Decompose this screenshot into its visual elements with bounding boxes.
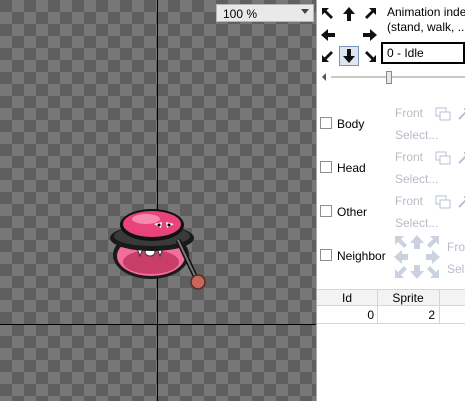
body-select-link[interactable]: Select... [395,128,438,142]
scroll-track [331,76,465,78]
body-front-label: Front [395,106,424,120]
row-sprite-cell[interactable]: 2 [377,308,435,322]
part-row-other: Other Front Select... [317,192,465,236]
scroll-thumb[interactable] [386,71,392,84]
direction-picker [319,5,379,67]
copy-icon[interactable] [435,151,451,165]
paste-icon[interactable] [457,107,465,121]
row-id-cell[interactable]: 0 [317,308,374,322]
other-checkbox[interactable] [320,205,332,217]
pokemon-sprite [110,209,206,290]
neighbor-select-link[interactable]: Sele [447,262,465,276]
zoom-dropdown[interactable]: 100 % [216,4,314,22]
zoom-value: 100 % [223,7,258,21]
horizontal-scrollbar[interactable] [319,70,465,84]
head-checkbox[interactable] [320,161,332,173]
part-row-neighbor: Neighbor Fron Sele [317,234,465,280]
table-header: Id Sprite [317,289,465,306]
body-label: Body [337,117,365,131]
body-checkbox[interactable] [320,117,332,129]
neighbor-front-label: Fron [447,240,465,254]
paste-icon[interactable] [457,195,465,209]
up-right-arrow-icon[interactable] [361,5,379,23]
horizontal-axis-line [0,324,316,325]
down-right-arrow-icon[interactable] [361,47,379,65]
paste-icon[interactable] [457,151,465,165]
neighbor-checkbox[interactable] [320,249,332,261]
properties-panel: Animation inde (stand, walk, ... 0 - Idl… [316,0,465,401]
head-select-link[interactable]: Select... [395,172,438,186]
chevron-down-icon [301,9,309,14]
down-left-arrow-icon[interactable] [319,47,337,65]
column-divider [439,289,440,324]
other-front-label: Front [395,194,424,208]
left-arrow-icon[interactable] [319,26,337,44]
animation-label-line1: Animation inde [387,5,465,19]
table-row[interactable]: 0 2 [317,306,465,324]
other-label: Other [337,205,368,219]
right-arrow-icon[interactable] [361,26,379,44]
sprite-canvas[interactable]: 100 % [0,0,316,401]
scroll-left-icon[interactable] [322,73,326,81]
copy-icon[interactable] [435,107,451,121]
other-select-link[interactable]: Select... [395,216,438,230]
animation-label-line2: (stand, walk, ... [387,20,465,34]
up-left-arrow-icon[interactable] [319,5,337,23]
animation-index-label: Animation inde (stand, walk, ... [387,5,465,35]
head-label: Head [337,161,366,175]
id-column-header[interactable]: Id [317,291,378,305]
neighbor-label: Neighbor [337,249,386,263]
part-row-body: Body Front Select... [317,104,465,148]
column-divider [377,289,378,324]
neighbor-direction-icon[interactable] [393,234,441,280]
down-arrow-icon[interactable] [339,46,359,66]
sprite-column-header[interactable]: Sprite [377,291,440,305]
head-front-label: Front [395,150,424,164]
copy-icon[interactable] [435,195,451,209]
animation-index-dropdown[interactable]: 0 - Idle [381,42,465,64]
part-row-head: Head Front Select... [317,148,465,192]
up-arrow-icon[interactable] [340,5,358,23]
